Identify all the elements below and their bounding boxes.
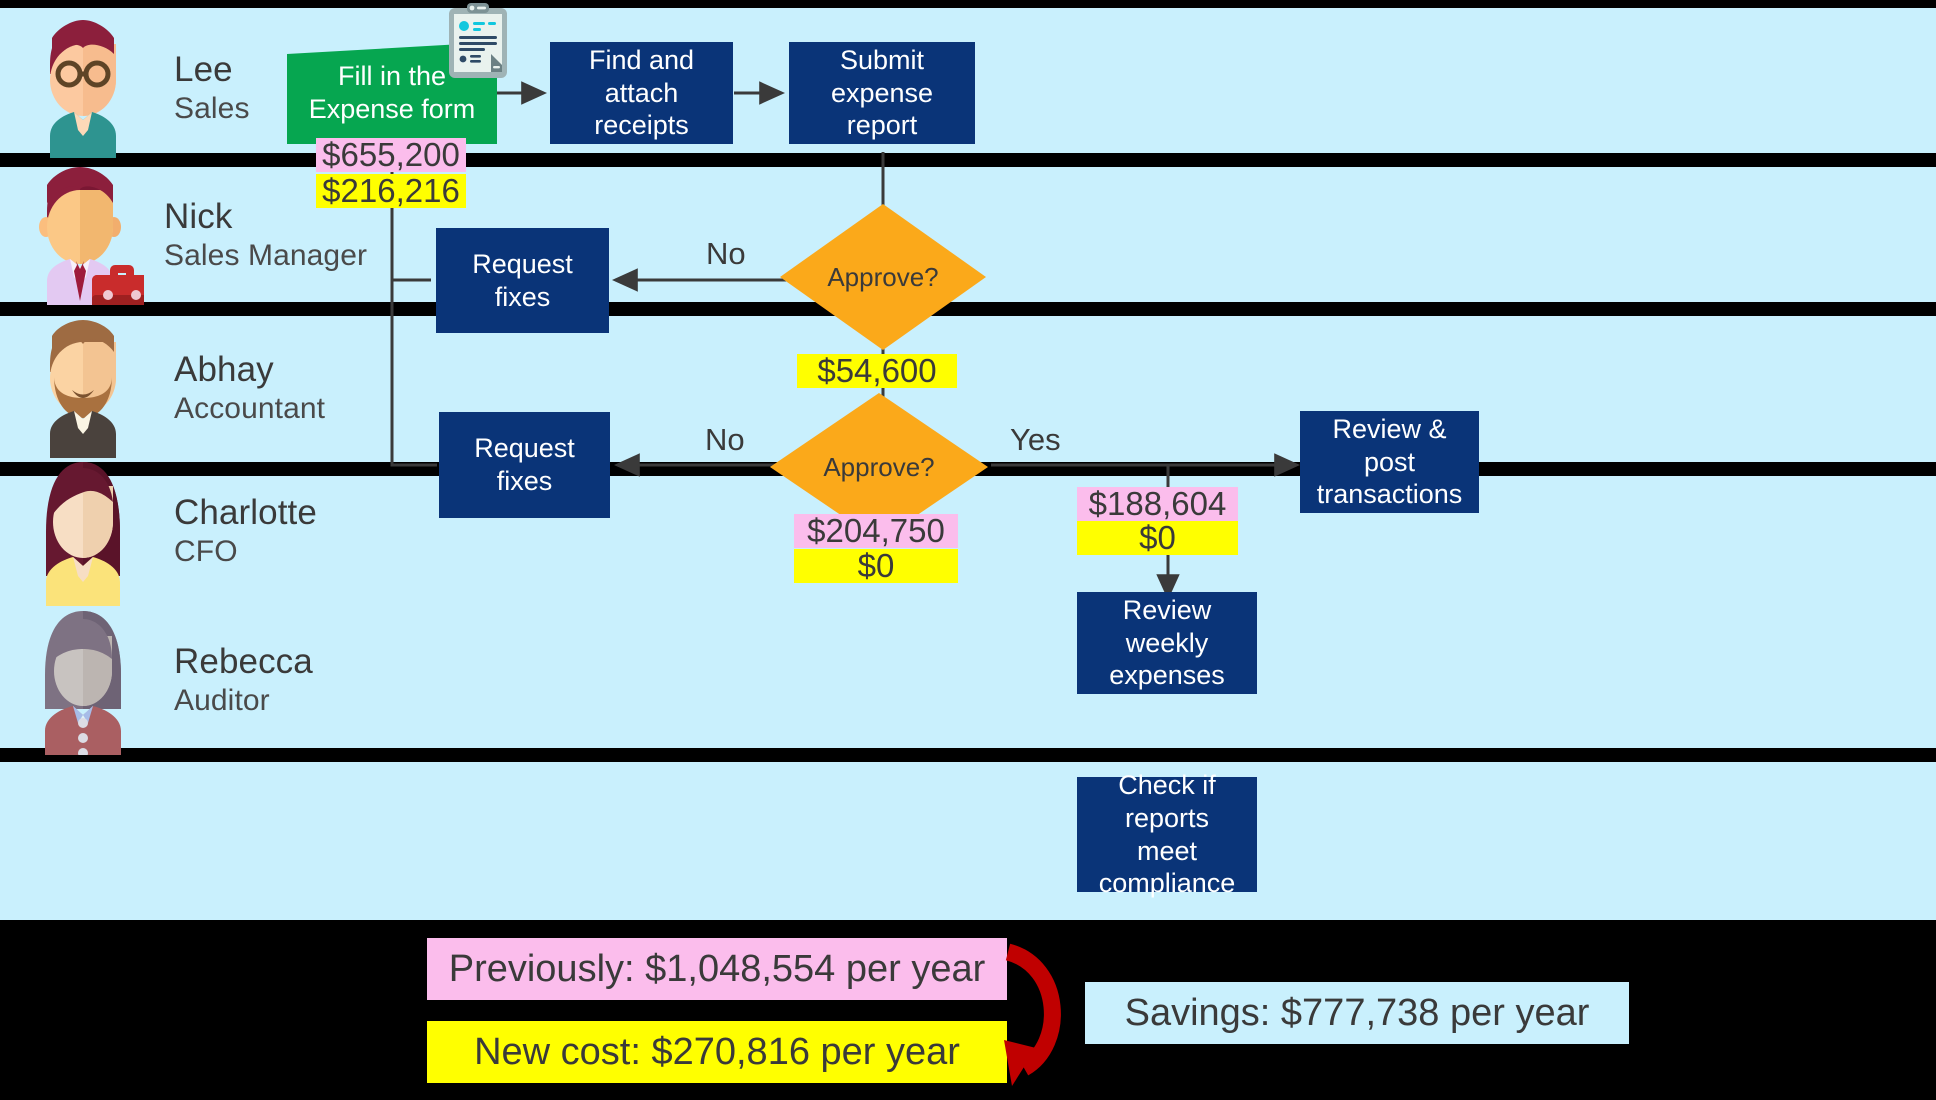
node-request-fixes-abhay[interactable]: Request fixes [439,412,610,518]
node-label: Review & post transactions [1308,413,1471,512]
summary-new-cost: New cost: $270,816 per year [427,1021,1007,1083]
node-label-line2: attach receipts [594,77,689,141]
summary-savings: Savings: $777,738 per year [1085,982,1629,1044]
node-label-line1: Review & post [1332,413,1447,477]
node-approve-decision-nick[interactable]: Approve? [780,204,986,350]
edge-label-yes-abhay: Yes [1010,422,1061,457]
summary-previously: Previously: $1,048,554 per year [427,938,1007,1000]
node-label-line4: compliance [1098,868,1236,899]
node-label-line2: transactions [1316,479,1463,510]
node-check-compliance[interactable]: Check if reports meet compliance [1077,770,1257,898]
savings-arrow-icon [1004,943,1061,1086]
node-label: Approve? [827,261,939,292]
node-label: Review weekly expenses [1085,594,1249,693]
node-label: Fill in the Expense form [309,60,476,126]
cost-tag-previous-fill-form: $655,200 [316,136,466,173]
node-review-post-transactions[interactable]: Review & post transactions [1300,411,1479,513]
node-request-fixes-nick[interactable]: Request fixes [436,228,609,333]
node-label: Find and attach receipts [558,44,725,143]
node-label-line2: expense report [830,77,934,141]
node-label-line1: Request [472,248,573,279]
edge-label-no-abhay: No [705,422,745,457]
node-label-line1: Check if [1118,769,1216,800]
diagram-canvas: Lee Sales Nick Sales Manager Abhay Accou… [0,0,1936,1100]
node-label: Submit expense report [797,44,967,143]
cost-tag-new-review-post: $0 [1077,519,1238,556]
node-label-line1: Fill in the [337,61,447,92]
cost-tag-new-fill-form: $216,216 [316,172,466,209]
node-label-line1: Submit [839,44,925,75]
node-label-line2: reports [1124,802,1210,833]
node-label: Request fixes [472,248,573,314]
cost-tag-new-abhay-approve: $0 [794,547,958,584]
node-label-line1: Find and [588,44,695,75]
cost-tag-previous-review-post: $188,604 [1077,485,1238,522]
cost-tag-previous-abhay-approve: $204,750 [794,512,958,549]
node-label: Request fixes [474,432,575,498]
node-label-line2: Expense form [308,94,476,124]
node-label-line2: fixes [496,466,553,496]
node-label-line2: fixes [494,281,551,312]
node-label-line1: Review weekly [1122,594,1212,658]
node-submit-expense-report[interactable]: Submit expense report [789,42,975,144]
node-find-attach-receipts[interactable]: Find and attach receipts [550,42,733,144]
node-label: Check if reports meet compliance [1099,769,1236,901]
cost-tag-new-nick-approve: $54,600 [797,352,957,389]
connector-layer [390,81,1301,601]
edge-label-no-nick: No [706,236,746,271]
node-label-line1: Request [474,433,575,464]
node-review-weekly-expenses[interactable]: Review weekly expenses [1077,592,1257,694]
node-label-line3: meet [1136,835,1197,866]
node-label-line2: expenses [1109,660,1225,691]
